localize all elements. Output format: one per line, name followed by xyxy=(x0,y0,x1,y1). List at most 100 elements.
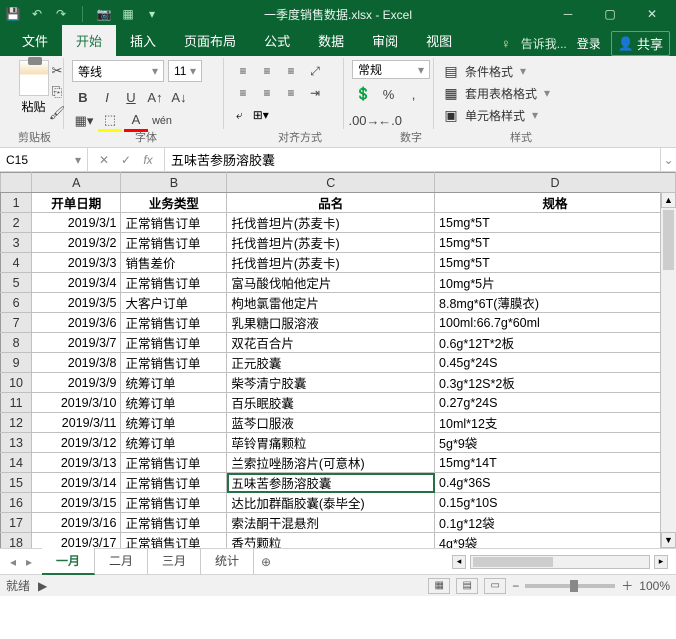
wrap-text-button[interactable]: ⤶ xyxy=(232,104,247,126)
tab-view[interactable]: 视图 xyxy=(412,25,466,56)
tab-review[interactable]: 审阅 xyxy=(358,25,412,56)
view-normal-icon[interactable]: ▦ xyxy=(428,578,450,594)
cell[interactable]: 兰索拉唑肠溶片(可意林) xyxy=(227,453,435,473)
cancel-entry-icon[interactable]: ✕ xyxy=(96,153,112,167)
cell[interactable]: 0.45g*24S xyxy=(435,353,676,373)
row-header[interactable]: 14 xyxy=(1,453,32,473)
cell[interactable]: 双花百合片 xyxy=(227,333,435,353)
row-header[interactable]: 10 xyxy=(1,373,32,393)
cell[interactable]: 正常销售订单 xyxy=(121,313,227,333)
format-painter-icon[interactable]: 🖌 xyxy=(48,104,66,122)
tab-insert[interactable]: 插入 xyxy=(116,25,170,56)
align-middle-icon[interactable]: ≡ xyxy=(256,60,278,82)
zoom-slider[interactable] xyxy=(525,584,615,588)
cell[interactable]: 统筹订单 xyxy=(121,393,227,413)
column-header-C[interactable]: C xyxy=(227,173,435,193)
cell[interactable]: 2019/3/3 xyxy=(32,253,121,273)
cell[interactable]: 2019/3/17 xyxy=(32,533,121,549)
sheet-tab[interactable]: 统计 xyxy=(201,548,254,575)
horizontal-scrollbar[interactable] xyxy=(470,555,650,569)
cell[interactable]: 正元胶囊 xyxy=(227,353,435,373)
cell[interactable]: 富马酸伐帕他定片 xyxy=(227,273,435,293)
column-header-D[interactable]: D xyxy=(435,173,676,193)
italic-button[interactable]: I xyxy=(96,86,118,108)
view-pagebreak-icon[interactable]: ▭ xyxy=(484,578,506,594)
conditional-format-button[interactable]: ▤条件格式▾ xyxy=(442,60,576,82)
qat-dropdown-icon[interactable]: ▾ xyxy=(143,5,161,23)
row-header[interactable]: 13 xyxy=(1,433,32,453)
cell[interactable]: 柴芩清宁胶囊 xyxy=(227,373,435,393)
orientation-icon[interactable]: ⤢ xyxy=(304,60,326,82)
indent-icon[interactable]: ⇥ xyxy=(304,82,326,104)
cell[interactable]: 2019/3/4 xyxy=(32,273,121,293)
cell[interactable]: 15mg*14T xyxy=(435,453,676,473)
cell[interactable]: 统筹订单 xyxy=(121,373,227,393)
sheet-tab[interactable]: 二月 xyxy=(95,548,148,575)
row-header[interactable]: 12 xyxy=(1,413,32,433)
redo-icon[interactable]: ↷ xyxy=(52,5,70,23)
v-scroll-thumb[interactable] xyxy=(663,210,674,270)
row-header[interactable]: 3 xyxy=(1,233,32,253)
table-header-cell[interactable]: 品名 xyxy=(227,193,435,213)
increase-font-icon[interactable]: A↑ xyxy=(144,86,166,108)
cell[interactable]: 0.3g*12S*2板 xyxy=(435,373,676,393)
cell[interactable]: 香芍颗粒 xyxy=(227,533,435,549)
scroll-down-arrow[interactable]: ▼ xyxy=(661,532,676,548)
cell[interactable]: 正常销售订单 xyxy=(121,353,227,373)
cell[interactable]: 大客户订单 xyxy=(121,293,227,313)
cell[interactable]: 2019/3/8 xyxy=(32,353,121,373)
cell[interactable]: 8.8mg*6T(薄膜衣) xyxy=(435,293,676,313)
h-scroll-thumb[interactable] xyxy=(473,557,553,567)
undo-icon[interactable]: ↶ xyxy=(28,5,46,23)
sheet-tab[interactable]: 三月 xyxy=(148,548,201,575)
cell[interactable]: 荜铃胃痛颗粒 xyxy=(227,433,435,453)
cell[interactable]: 0.6g*12T*2板 xyxy=(435,333,676,353)
row-header[interactable]: 8 xyxy=(1,333,32,353)
h-scroll-left-arrow[interactable]: ◂ xyxy=(452,555,466,569)
cell[interactable]: 统筹订单 xyxy=(121,413,227,433)
cell-styles-button[interactable]: ▣单元格样式▾ xyxy=(442,104,576,126)
cell[interactable]: 正常销售订单 xyxy=(121,513,227,533)
bold-button[interactable]: B xyxy=(72,86,94,108)
vertical-scrollbar[interactable]: ▲ ▼ xyxy=(660,192,676,548)
cell[interactable]: 15mg*5T xyxy=(435,253,676,273)
cell[interactable]: 2019/3/14 xyxy=(32,473,121,493)
cell[interactable]: 2019/3/13 xyxy=(32,453,121,473)
border-button[interactable]: ▦▾ xyxy=(72,110,96,132)
cell[interactable]: 2019/3/1 xyxy=(32,213,121,233)
number-format-dropdown[interactable]: 常规▾ xyxy=(352,60,430,79)
cell[interactable]: 正常销售订单 xyxy=(121,453,227,473)
share-button[interactable]: 👤 共享 xyxy=(611,31,670,56)
font-name-dropdown[interactable]: 等线▾ xyxy=(72,60,164,82)
login-link[interactable]: 登录 xyxy=(577,35,601,52)
cell[interactable]: 10mg*5片 xyxy=(435,273,676,293)
form-icon[interactable]: ▦ xyxy=(119,5,137,23)
sheet-tab[interactable]: 一月 xyxy=(42,548,95,575)
percent-icon[interactable]: % xyxy=(377,83,400,105)
comma-style-icon[interactable]: , xyxy=(402,83,425,105)
tab-file[interactable]: 文件 xyxy=(8,25,62,56)
cell[interactable]: 2019/3/5 xyxy=(32,293,121,313)
row-header[interactable]: 7 xyxy=(1,313,32,333)
tab-formula[interactable]: 公式 xyxy=(250,25,304,56)
expand-formula-bar-icon[interactable]: ⌄ xyxy=(660,148,676,171)
zoom-out-icon[interactable]: − xyxy=(512,579,519,593)
tab-layout[interactable]: 页面布局 xyxy=(170,25,250,56)
align-left-icon[interactable]: ≡ xyxy=(232,82,254,104)
cell[interactable]: 0.1g*12袋 xyxy=(435,513,676,533)
row-header[interactable]: 9 xyxy=(1,353,32,373)
cell[interactable]: 4g*9袋 xyxy=(435,533,676,549)
cell[interactable]: 2019/3/10 xyxy=(32,393,121,413)
align-top-icon[interactable]: ≡ xyxy=(232,60,254,82)
table-header-cell[interactable]: 开单日期 xyxy=(32,193,121,213)
font-size-dropdown[interactable]: 11▾ xyxy=(168,60,202,82)
align-right-icon[interactable]: ≡ xyxy=(280,82,302,104)
align-center-icon[interactable]: ≡ xyxy=(256,82,278,104)
cell[interactable]: 乳果糖口服溶液 xyxy=(227,313,435,333)
cell[interactable]: 索法酮干混悬剂 xyxy=(227,513,435,533)
enter-entry-icon[interactable]: ✓ xyxy=(118,153,134,167)
cell[interactable]: 托伐普坦片(苏麦卡) xyxy=(227,213,435,233)
tab-nav-prev-icon[interactable]: ◂ xyxy=(6,555,20,569)
cell[interactable]: 正常销售订单 xyxy=(121,233,227,253)
cell[interactable]: 2019/3/2 xyxy=(32,233,121,253)
